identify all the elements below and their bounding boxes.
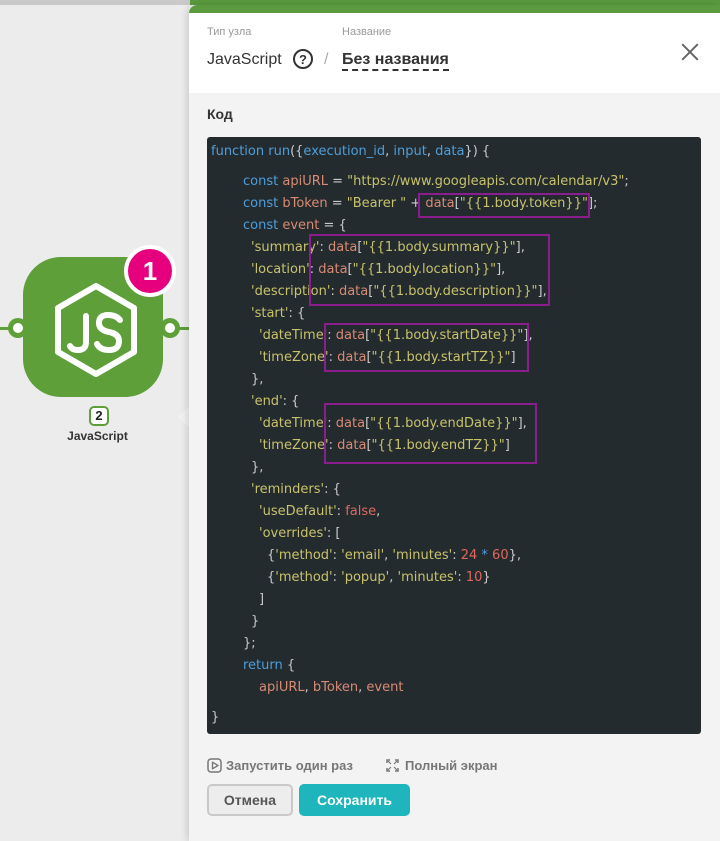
code-line: 'start': { [251,306,306,321]
code-line: 'useDefault': false, [259,504,381,519]
help-icon[interactable]: ? [293,49,313,69]
highlight-box [309,234,550,306]
node-settings-panel: Тип узла Название JavaScript ? / Без наз… [189,5,720,841]
code-line: ] [259,592,265,607]
code-line: apiURL, bToken, event [259,680,404,695]
run-once-action[interactable]: Запустить один раз [207,758,353,773]
header-separator: / [324,51,329,68]
operations-count-badge: 1 [124,245,176,297]
code-section-title: Код [207,106,233,122]
close-icon[interactable] [679,41,701,63]
code-line: function run({execution_id, input, data}… [211,144,491,159]
fullscreen-label: Полный экран [405,758,498,773]
code-line: {'method': 'popup', 'minutes': 10} [267,570,491,585]
code-line: } [251,614,260,629]
code-line: {'method': 'email', 'minutes': 24 * 60}, [267,548,521,563]
module-order-badge: 2 [89,406,109,426]
fullscreen-action[interactable]: Полный экран [385,758,498,773]
code-line: 'end': { [251,394,300,409]
code-line: 'overrides': [ [259,526,341,541]
highlight-box [418,193,590,218]
code-line: 'reminders': { [251,482,341,497]
code-line: return { [243,658,296,673]
javascript-module-node[interactable]: 1 2 JavaScript [0,240,190,460]
node-name-field[interactable]: Без названия [342,51,449,71]
panel-header: Тип узла Название JavaScript ? / Без наз… [189,13,720,93]
panel-accent-bar [189,5,720,13]
node-label: JavaScript [67,429,128,443]
nodejs-icon [55,283,137,377]
code-line: } [211,710,220,725]
play-icon [207,758,222,773]
cancel-button[interactable]: Отмена [207,784,293,816]
node-name-label: Название [342,26,392,38]
code-line: }, [251,460,264,475]
fullscreen-icon [386,759,399,772]
code-line: const apiURL = "https://www.googleapis.c… [243,174,629,189]
code-line: const event = { [243,218,347,233]
run-once-label: Запустить один раз [226,758,353,773]
node-type-value: JavaScript [207,51,282,68]
output-connector[interactable] [160,318,180,338]
canvas-top-strip [0,0,190,5]
node-type-label: Тип узла [207,26,252,38]
save-button[interactable]: Сохранить [299,784,410,816]
highlight-box [324,403,537,464]
code-editor[interactable]: function run({execution_id, input, data}… [207,137,701,734]
highlight-box [324,323,529,372]
code-line: }; [243,636,256,651]
code-line: }, [251,372,264,387]
